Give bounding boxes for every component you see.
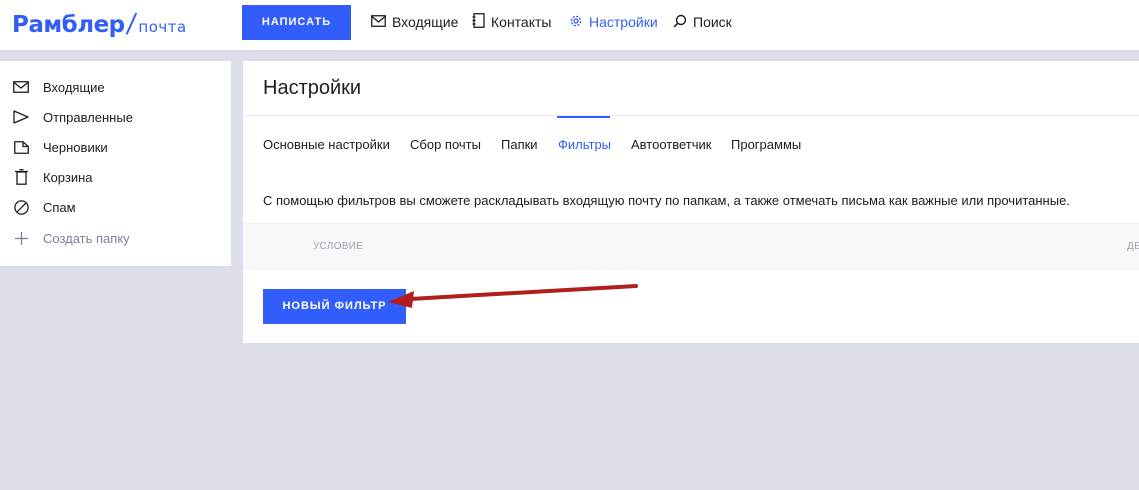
tab-programs[interactable]: Программы bbox=[731, 137, 801, 152]
spam-circle-icon bbox=[12, 198, 30, 216]
header-divider bbox=[243, 115, 1139, 116]
topnav-inbox[interactable]: Входящие bbox=[371, 0, 458, 44]
tab-mail-collection[interactable]: Сбор почты bbox=[410, 137, 481, 152]
settings-panel: Настройки Основные настройки Сбор почты … bbox=[243, 61, 1139, 343]
topnav-search-label: Поиск bbox=[693, 14, 732, 30]
sidebar-item-label: Корзина bbox=[43, 169, 93, 185]
column-header-action: ДЕ bbox=[1127, 241, 1139, 252]
sidebar: Входящие Отправленные Черновики Корзина … bbox=[0, 61, 231, 266]
rambler-mail-logo[interactable]: Рамблер / почта bbox=[12, 9, 187, 39]
topnav-inbox-label: Входящие bbox=[392, 14, 459, 30]
active-tab-indicator bbox=[557, 116, 610, 118]
draft-document-icon bbox=[12, 138, 30, 156]
plus-icon bbox=[12, 229, 30, 247]
new-filter-button[interactable]: НОВЫЙ ФИЛЬТР bbox=[263, 289, 406, 324]
compose-button[interactable]: НАПИСАТЬ bbox=[242, 5, 351, 40]
gear-icon bbox=[569, 14, 583, 31]
sidebar-item-label: Создать папку bbox=[43, 230, 130, 246]
sidebar-item-inbox[interactable]: Входящие bbox=[12, 76, 105, 98]
sidebar-item-label: Входящие bbox=[43, 79, 105, 95]
tab-autoresponder[interactable]: Автоответчик bbox=[631, 137, 711, 152]
topnav-settings[interactable]: Настройки bbox=[569, 0, 658, 44]
filters-info-text: С помощью фильтров вы сможете раскладыва… bbox=[263, 193, 1070, 208]
sidebar-item-sent[interactable]: Отправленные bbox=[12, 106, 133, 128]
contacts-book-icon bbox=[472, 13, 485, 31]
tab-filters[interactable]: Фильтры bbox=[558, 137, 611, 152]
top-bar: Рамблер / почта НАПИСАТЬ Входящие Контак… bbox=[0, 0, 1139, 50]
envelope-icon bbox=[371, 14, 386, 30]
topnav-search[interactable]: Поиск bbox=[673, 0, 732, 44]
logo-main-text: Рамблер bbox=[12, 12, 125, 38]
sidebar-item-drafts[interactable]: Черновики bbox=[12, 136, 108, 158]
logo-sub-text: почта bbox=[138, 18, 187, 36]
sidebar-item-label: Черновики bbox=[43, 139, 108, 155]
sidebar-item-trash[interactable]: Корзина bbox=[12, 166, 93, 188]
sidebar-item-label: Отправленные bbox=[43, 109, 133, 125]
column-header-condition: УСЛОВИЕ bbox=[313, 241, 364, 252]
topnav-settings-label: Настройки bbox=[589, 14, 658, 30]
trash-icon bbox=[12, 168, 30, 186]
sidebar-item-label: Спам bbox=[43, 199, 76, 215]
envelope-icon bbox=[12, 78, 30, 96]
send-arrow-icon bbox=[12, 108, 30, 126]
sidebar-item-spam[interactable]: Спам bbox=[12, 196, 76, 218]
search-icon bbox=[673, 14, 687, 31]
tab-general[interactable]: Основные настройки bbox=[263, 137, 390, 152]
page-title: Настройки bbox=[263, 77, 362, 99]
sidebar-create-folder[interactable]: Создать папку bbox=[12, 227, 130, 249]
filters-table-header: УСЛОВИЕ ДЕ bbox=[243, 223, 1139, 269]
logo-slash: / bbox=[124, 9, 138, 39]
topnav-contacts-label: Контакты bbox=[491, 14, 552, 30]
tab-folders[interactable]: Папки bbox=[501, 137, 538, 152]
topnav-contacts[interactable]: Контакты bbox=[472, 0, 551, 44]
